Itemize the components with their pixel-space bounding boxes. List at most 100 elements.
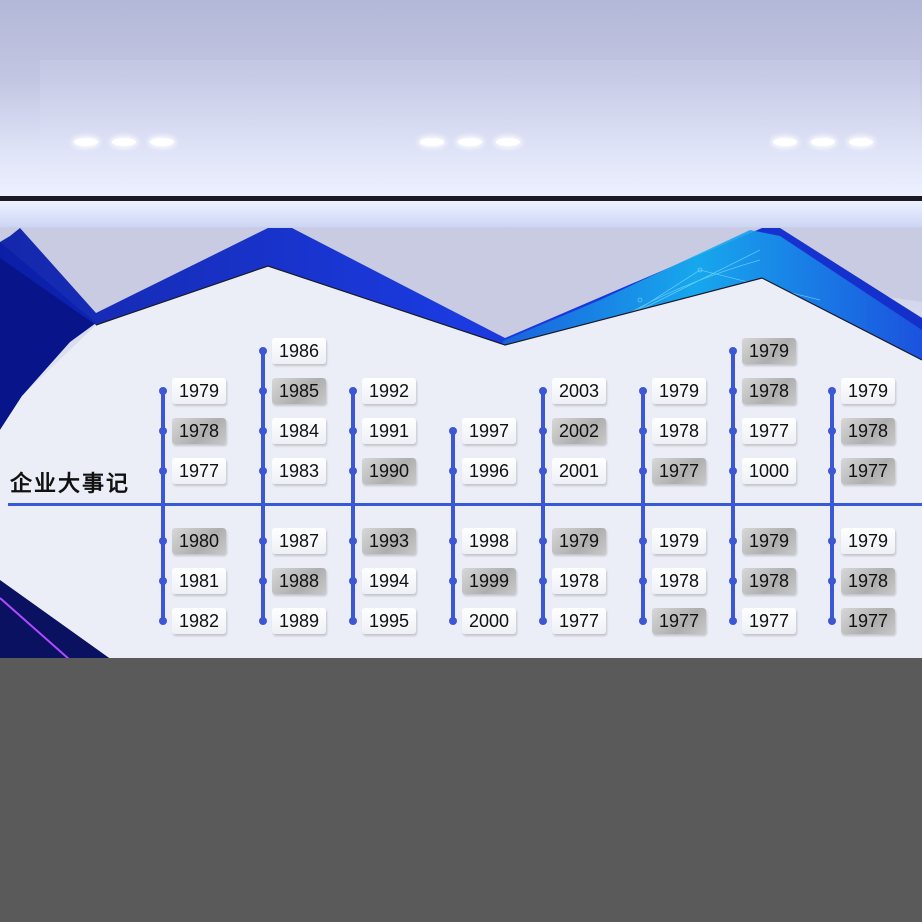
year-label: 1978 bbox=[552, 568, 606, 594]
timeline-dot bbox=[349, 427, 357, 435]
timeline-dot bbox=[729, 387, 737, 395]
ceiling-light bbox=[150, 138, 174, 146]
timeline-dot bbox=[828, 537, 836, 545]
year-label: 1999 bbox=[462, 568, 516, 594]
year-label: 1977 bbox=[652, 608, 706, 634]
timeline-dot bbox=[539, 387, 547, 395]
timeline-dot bbox=[729, 347, 737, 355]
year-label: 1978 bbox=[742, 378, 796, 404]
year-label: 1979 bbox=[742, 528, 796, 554]
year-label: 1985 bbox=[272, 378, 326, 404]
timeline-dot bbox=[259, 467, 267, 475]
ceiling-light bbox=[74, 138, 98, 146]
year-label: 1992 bbox=[362, 378, 416, 404]
year-label: 1978 bbox=[841, 418, 895, 444]
timeline-dot bbox=[729, 427, 737, 435]
year-label: 1977 bbox=[742, 608, 796, 634]
timeline-dot bbox=[349, 387, 357, 395]
timeline-dot bbox=[539, 427, 547, 435]
year-label: 1982 bbox=[172, 608, 226, 634]
year-label: 1977 bbox=[742, 418, 796, 444]
timeline-dot bbox=[828, 427, 836, 435]
timeline-dot bbox=[449, 467, 457, 475]
year-label: 1977 bbox=[841, 458, 895, 484]
timeline-dot bbox=[729, 577, 737, 585]
timeline-dot bbox=[729, 617, 737, 625]
timeline-dot bbox=[449, 427, 457, 435]
timeline-dot bbox=[828, 577, 836, 585]
year-label: 1995 bbox=[362, 608, 416, 634]
timeline-dot bbox=[639, 387, 647, 395]
year-label: 1986 bbox=[272, 338, 326, 364]
year-label: 1979 bbox=[841, 378, 895, 404]
year-label: 1000 bbox=[742, 458, 796, 484]
timeline-dot bbox=[159, 537, 167, 545]
timeline-dot bbox=[729, 537, 737, 545]
year-label: 2001 bbox=[552, 458, 606, 484]
timeline-dot bbox=[639, 467, 647, 475]
year-label: 1978 bbox=[742, 568, 796, 594]
year-label: 1977 bbox=[552, 608, 606, 634]
year-label: 1996 bbox=[462, 458, 516, 484]
year-label: 1979 bbox=[742, 338, 796, 364]
timeline-column-line bbox=[451, 431, 455, 621]
timeline-dot bbox=[259, 577, 267, 585]
ceiling-light bbox=[496, 138, 520, 146]
timeline-column-line bbox=[541, 391, 545, 621]
timeline-column-line bbox=[830, 391, 834, 621]
year-label: 1979 bbox=[652, 528, 706, 554]
year-label: 1998 bbox=[462, 528, 516, 554]
floor bbox=[0, 658, 922, 922]
year-label: 2003 bbox=[552, 378, 606, 404]
year-label: 1977 bbox=[652, 458, 706, 484]
timeline-dot bbox=[259, 537, 267, 545]
timeline-dot bbox=[259, 347, 267, 355]
timeline-dot bbox=[259, 617, 267, 625]
ceiling bbox=[0, 0, 922, 200]
year-label: 1979 bbox=[552, 528, 606, 554]
timeline-column-line bbox=[161, 391, 165, 621]
year-label: 1979 bbox=[652, 378, 706, 404]
year-label: 1993 bbox=[362, 528, 416, 554]
year-label: 1984 bbox=[272, 418, 326, 444]
ceiling-panel bbox=[40, 60, 920, 170]
year-label: 1980 bbox=[172, 528, 226, 554]
timeline-dot bbox=[349, 467, 357, 475]
page-title: 企业大事记 bbox=[10, 472, 131, 497]
timeline-dot bbox=[639, 427, 647, 435]
timeline-dot bbox=[159, 617, 167, 625]
timeline-dot bbox=[259, 427, 267, 435]
year-label: 1978 bbox=[652, 418, 706, 444]
timeline-dot bbox=[159, 387, 167, 395]
ceiling-light bbox=[458, 138, 482, 146]
timeline-dot bbox=[828, 387, 836, 395]
ceiling-light bbox=[773, 138, 797, 146]
year-label: 1997 bbox=[462, 418, 516, 444]
timeline-dot bbox=[828, 467, 836, 475]
timeline-dot bbox=[539, 617, 547, 625]
year-label: 1978 bbox=[841, 568, 895, 594]
timeline-dot bbox=[639, 577, 647, 585]
year-label: 1991 bbox=[362, 418, 416, 444]
timeline-dot bbox=[828, 617, 836, 625]
year-label: 2002 bbox=[552, 418, 606, 444]
timeline-dot bbox=[259, 387, 267, 395]
timeline-dot bbox=[349, 537, 357, 545]
year-label: 1989 bbox=[272, 608, 326, 634]
year-label: 1990 bbox=[362, 458, 416, 484]
year-label: 1994 bbox=[362, 568, 416, 594]
ceiling-light bbox=[420, 138, 444, 146]
timeline-dot bbox=[639, 537, 647, 545]
timeline-dot bbox=[159, 467, 167, 475]
year-label: 1977 bbox=[841, 608, 895, 634]
timeline-dot bbox=[639, 617, 647, 625]
ceiling-light bbox=[112, 138, 136, 146]
year-label: 1978 bbox=[172, 418, 226, 444]
timeline-dot bbox=[539, 537, 547, 545]
timeline-dot bbox=[449, 617, 457, 625]
year-label: 1979 bbox=[841, 528, 895, 554]
timeline-dot bbox=[159, 577, 167, 585]
year-label: 1979 bbox=[172, 378, 226, 404]
timeline-dot bbox=[349, 617, 357, 625]
timeline-dot bbox=[349, 577, 357, 585]
